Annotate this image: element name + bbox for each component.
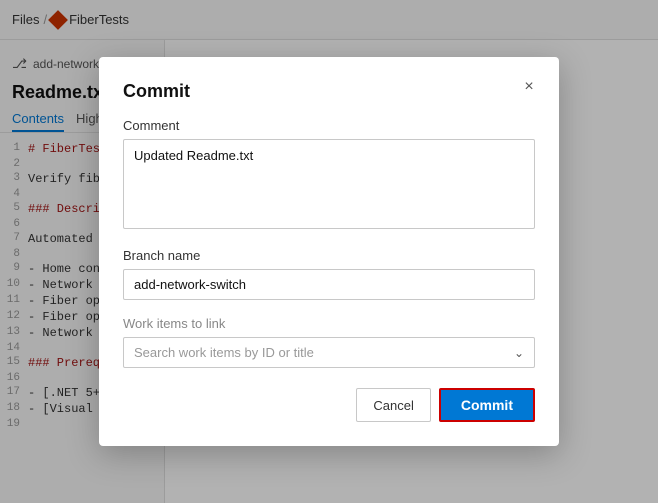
branch-label: Branch name <box>123 248 535 263</box>
modal-overlay: Commit × Comment Updated Readme.txt Bran… <box>0 0 658 503</box>
comment-input[interactable]: Updated Readme.txt <box>123 139 535 229</box>
cancel-button[interactable]: Cancel <box>356 388 430 422</box>
workitems-placeholder: Search work items by ID or title <box>134 345 314 360</box>
comment-label: Comment <box>123 118 535 133</box>
close-button[interactable]: × <box>517 75 541 99</box>
modal-title: Commit <box>123 81 535 102</box>
modal-footer: Cancel Commit <box>123 388 535 422</box>
workitems-label: Work items to link <box>123 316 535 331</box>
chevron-down-icon: ⌄ <box>514 346 524 360</box>
branch-input[interactable] <box>123 269 535 300</box>
commit-button[interactable]: Commit <box>439 388 535 422</box>
commit-modal: Commit × Comment Updated Readme.txt Bran… <box>99 57 559 446</box>
workitems-dropdown[interactable]: Search work items by ID or title ⌄ <box>123 337 535 368</box>
